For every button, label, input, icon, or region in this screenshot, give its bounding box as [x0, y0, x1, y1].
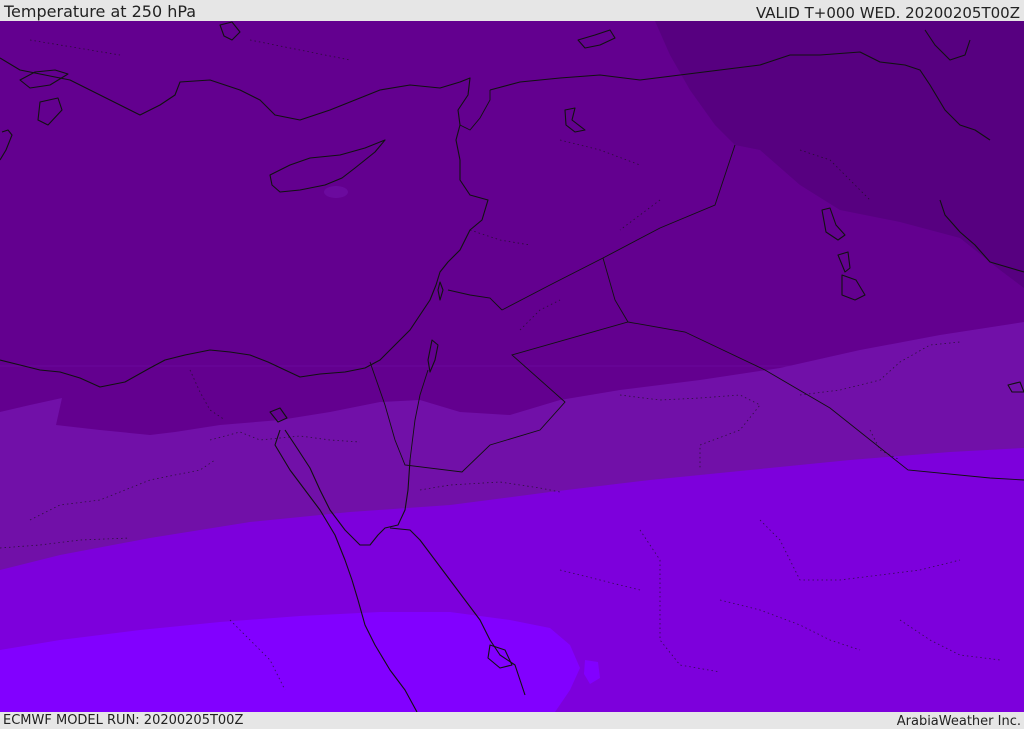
credit-label: ArabiaWeather Inc.: [896, 714, 1021, 729]
valid-time-label: VALID T+000 WED. 20200205T00Z: [755, 4, 1020, 22]
footer-bar: ECMWF MODEL RUN: 20200205T00Z ArabiaWeat…: [0, 712, 1024, 729]
header-bar: Temperature at 250 hPa VALID T+000 WED. …: [0, 0, 1024, 21]
model-run-label: ECMWF MODEL RUN: 20200205T00Z: [3, 713, 244, 728]
map-title: Temperature at 250 hPa: [4, 2, 197, 21]
temperature-map: [0, 21, 1024, 712]
temperature-spot: [324, 186, 348, 198]
weather-map-page: Temperature at 250 hPa VALID T+000 WED. …: [0, 0, 1024, 729]
